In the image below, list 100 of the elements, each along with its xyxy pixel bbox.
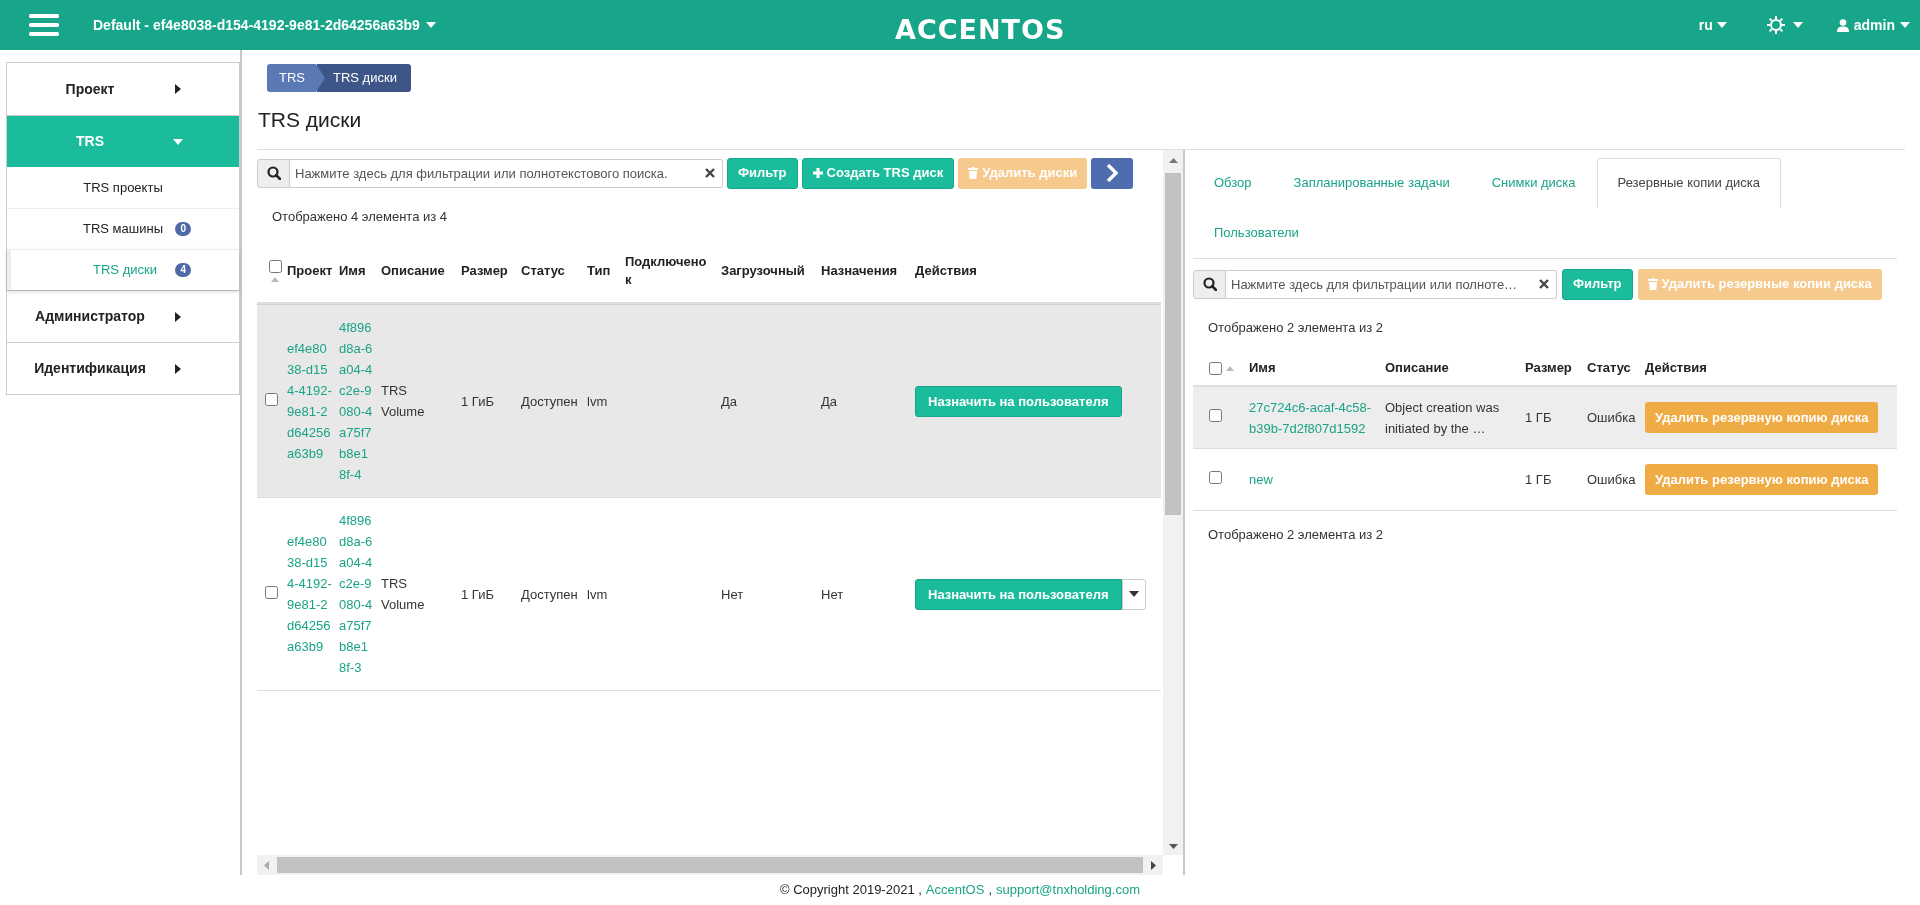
tab[interactable]: Обзор <box>1193 157 1273 208</box>
column-header: Описание <box>1385 359 1450 378</box>
table-cell-text: TRS Volume <box>381 575 426 614</box>
settings-menu[interactable] <box>1766 16 1803 34</box>
table-cell-text: Доступен <box>521 392 579 411</box>
clear-icon <box>705 167 715 178</box>
tab[interactable]: Запланированные задачи <box>1272 157 1471 208</box>
table-cell-text: lvm <box>587 392 609 411</box>
project-link[interactable]: ef4e8038-d154-4192-9e81-2d64256a63b9 <box>287 338 339 464</box>
caret-right-icon <box>175 363 181 374</box>
sidebar-item[interactable]: TRS проекты <box>7 167 239 208</box>
filter-button[interactable]: Фильтр <box>727 157 798 189</box>
plus-icon <box>812 168 823 178</box>
breadcrumb-link[interactable]: TRS диски <box>317 64 411 92</box>
page-title: TRS диски <box>258 107 363 133</box>
breadcrumb-link[interactable]: TRS <box>267 64 325 92</box>
next-button[interactable] <box>1091 157 1134 189</box>
user-icon <box>1836 18 1849 32</box>
dropdown-toggle[interactable] <box>1121 578 1146 610</box>
checkbox[interactable] <box>1209 471 1222 484</box>
table-cell-text: Нет <box>721 585 745 604</box>
volume-link[interactable]: 4f896d8a-6a04-4c2e-9080-4a75f7b8e18f-4 <box>339 317 381 485</box>
search-icon <box>1202 277 1217 291</box>
table-cell-text: Нет <box>821 585 845 604</box>
column-header: Статус <box>521 262 566 280</box>
table-cell-text: Ошибка <box>1587 409 1637 427</box>
footer-link[interactable]: support@tnxholding.com <box>996 880 1140 900</box>
tab[interactable]: Резервные копии диска <box>1596 157 1781 208</box>
column-header: Размер <box>461 262 509 280</box>
arrow-left-icon <box>264 860 269 870</box>
trash-icon <box>968 167 979 179</box>
table-cell-text: Object creation was initiated by the … <box>1385 398 1501 438</box>
column-header: Имя <box>339 262 367 280</box>
user-menu[interactable]: admin <box>1836 14 1910 36</box>
search-field[interactable]: Нажмите здесь для фильтрации или полноте… <box>1226 269 1557 299</box>
checkbox[interactable] <box>1209 361 1222 375</box>
search-addon[interactable] <box>257 158 290 188</box>
item-count: Отображено 2 элемента из 2 <box>1208 318 1385 337</box>
arrow-right-icon <box>1151 860 1156 870</box>
column-header: Действия <box>1645 359 1708 378</box>
delete-backup-button[interactable]: Удалить резервную копию диска <box>1645 402 1879 433</box>
assign-button[interactable]: Назначить на пользователя <box>915 385 1122 417</box>
project-selector[interactable]: Default - ef4e8038-d154-4192-9e81-2d64256a63b9 <box>93 14 436 36</box>
column-header: Подключено к <box>625 253 708 289</box>
caret-down-icon <box>173 138 183 145</box>
search-icon <box>266 166 281 180</box>
search-field[interactable]: Нажмите здесь для фильтрации или полнотекстового поиска. <box>290 158 723 188</box>
table-cell-text: Да <box>721 392 739 411</box>
count-badge: 0 <box>175 222 191 236</box>
sidebar-section[interactable]: TRS <box>7 115 239 167</box>
item-count: Отображено 4 элемента из 4 <box>272 207 449 226</box>
settings-icon <box>1766 16 1785 34</box>
caret-right-icon <box>175 84 181 94</box>
footer-text: © Copyright 2019-2021 , <box>780 881 922 900</box>
arrow-up-icon <box>1168 157 1178 163</box>
column-header: Имя <box>1249 359 1277 378</box>
table-cell-text: lvm <box>587 585 609 604</box>
table-cell-text: Да <box>821 392 839 411</box>
footer-link[interactable]: AccentOS <box>925 880 985 900</box>
language-selector[interactable]: ru <box>1698 14 1727 36</box>
filter-button[interactable]: Фильтр <box>1562 268 1633 300</box>
caret-right-icon <box>175 311 181 322</box>
table-cell-text: Ошибка <box>1587 471 1637 489</box>
column-header: Тип <box>587 262 612 280</box>
assign-button[interactable]: Назначить на пользователя <box>915 578 1122 610</box>
column-header: Назначения <box>821 262 899 280</box>
tab[interactable]: Пользователи <box>1193 207 1320 258</box>
tab[interactable]: Снимки диска <box>1470 157 1597 208</box>
chevron-right-icon <box>1106 164 1119 182</box>
volume-link[interactable]: 4f896d8a-6a04-4c2e-9080-4a75f7b8e18f-3 <box>339 510 381 678</box>
checkbox[interactable] <box>268 260 282 273</box>
table-cell-text: 1 ГиБ <box>461 585 495 604</box>
create-button[interactable]: Создать TRS диск <box>801 157 955 189</box>
clear-icon <box>1539 278 1549 289</box>
checkbox[interactable] <box>265 585 278 599</box>
arrow-down-icon <box>1168 844 1178 849</box>
logo: ACCENTOS <box>895 13 1066 47</box>
backup-link[interactable]: new <box>1249 469 1385 490</box>
search-addon[interactable] <box>1193 269 1226 299</box>
item-count: Отображено 2 элемента из 2 <box>1208 526 1385 544</box>
caret-down-icon <box>1716 22 1727 28</box>
table-cell-text: 1 ГБ <box>1525 409 1553 427</box>
menu-icon[interactable] <box>29 13 59 37</box>
caret-down-icon <box>1792 22 1803 28</box>
trash-icon <box>1647 278 1658 290</box>
caret-down-icon <box>1900 22 1910 28</box>
delete-backup-button[interactable]: Удалить резервную копию диска <box>1645 464 1879 495</box>
backup-link[interactable]: 27c724c6-acaf-4c58-b39b-7d2f807d1592 <box>1249 396 1385 439</box>
project-link[interactable]: ef4e8038-d154-4192-9e81-2d64256a63b9 <box>287 531 339 657</box>
table-cell-text: TRS Volume <box>381 382 426 421</box>
sidebar-item[interactable]: TRS машины 0 <box>7 208 239 249</box>
checkbox[interactable] <box>265 392 278 406</box>
checkbox[interactable] <box>1209 409 1222 422</box>
column-header: Проект <box>287 262 334 280</box>
column-header: Размер <box>1525 359 1573 378</box>
column-header: Загрузочный <box>721 262 806 280</box>
table-cell-text: 1 ГиБ <box>461 392 495 411</box>
column-header: Действия <box>915 262 978 280</box>
footer-text: , <box>988 881 992 900</box>
column-header: Описание <box>381 262 446 280</box>
